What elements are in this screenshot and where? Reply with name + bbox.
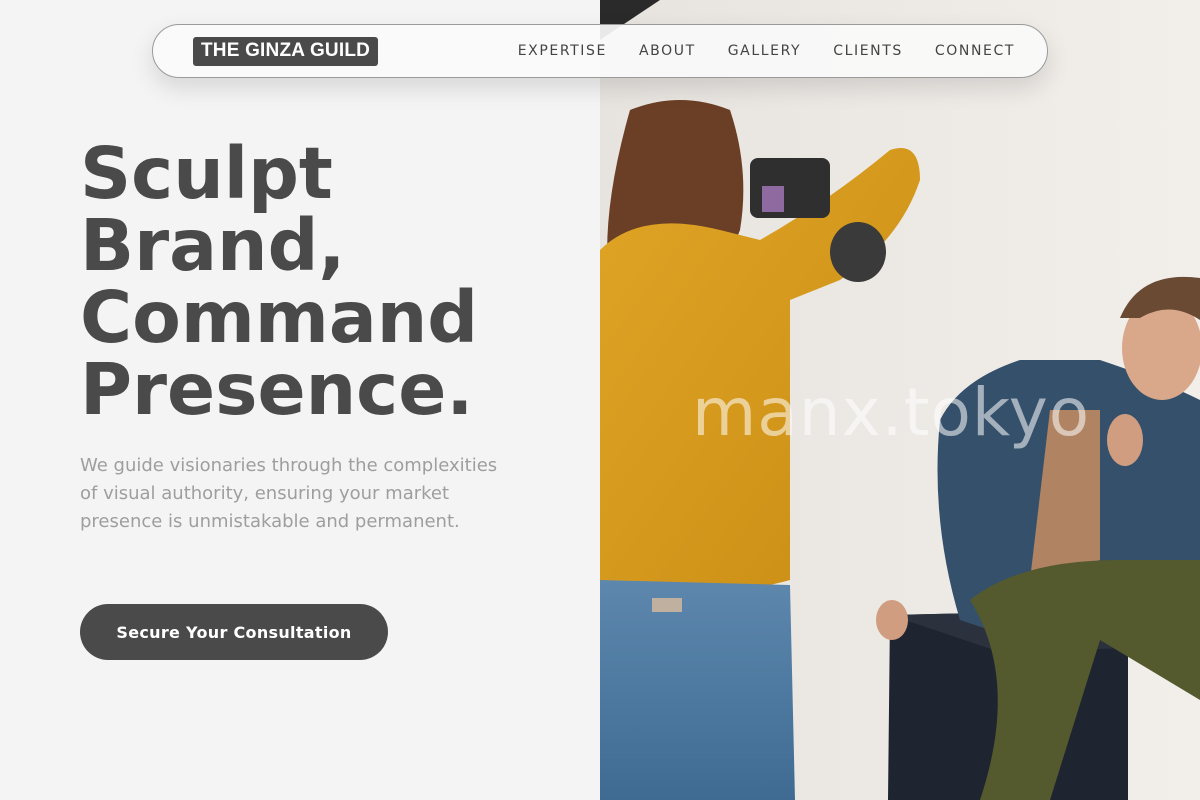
- watermark-text: manx.tokyo: [692, 374, 1091, 451]
- top-navbar: THE GINZA GUILD EXPERTISE ABOUT GALLERY …: [152, 24, 1048, 78]
- nav-link-connect[interactable]: CONNECT: [935, 43, 1015, 59]
- hero-subtitle: We guide visionaries through the complex…: [80, 455, 498, 532]
- hero-title-line-2: Brand,: [80, 204, 346, 287]
- hero-title: Sculpt Brand, Command Presence.: [80, 138, 580, 426]
- nav-link-gallery[interactable]: GALLERY: [728, 43, 801, 59]
- nav-links: EXPERTISE ABOUT GALLERY CLIENTS CONNECT: [518, 43, 1015, 59]
- secure-consultation-button[interactable]: Secure Your Consultation: [80, 604, 388, 660]
- hero-title-line-3: Command: [80, 276, 479, 359]
- hero-title-line-1: Sculpt: [80, 132, 333, 215]
- brand-logo[interactable]: THE GINZA GUILD: [193, 36, 379, 66]
- nav-link-clients[interactable]: CLIENTS: [833, 43, 903, 59]
- hero-title-line-4: Presence.: [80, 348, 474, 431]
- nav-link-about[interactable]: ABOUT: [639, 43, 696, 59]
- nav-link-expertise[interactable]: EXPERTISE: [518, 43, 607, 59]
